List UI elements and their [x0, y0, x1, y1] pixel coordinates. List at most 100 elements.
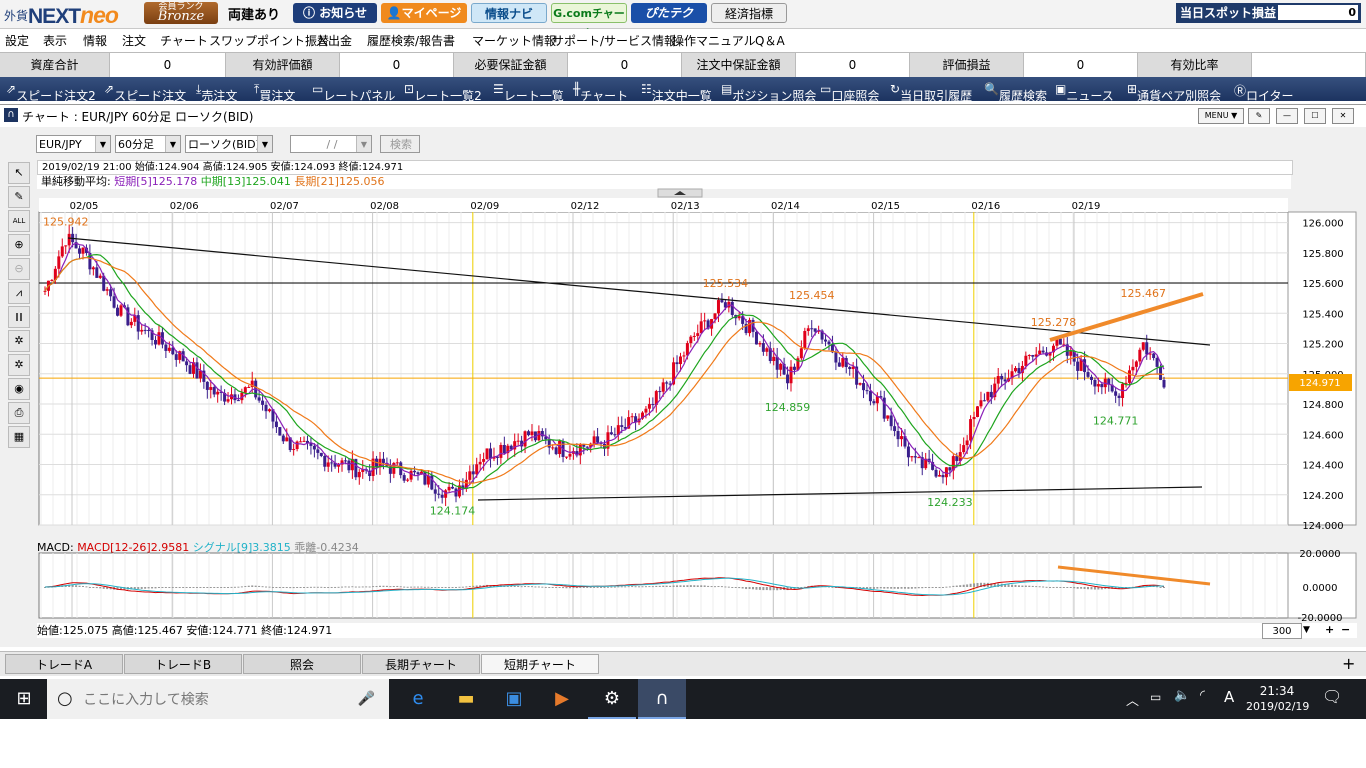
- ma-long-value: 長期[21]125.056: [294, 175, 385, 188]
- menu-settings[interactable]: 設定: [5, 32, 29, 49]
- date-picker[interactable]: / / ▼: [290, 135, 372, 153]
- speed-order2-button[interactable]: ⇗ スピード注文2: [6, 82, 96, 103]
- sell-order-button[interactable]: ⤓ 売注文: [196, 82, 237, 103]
- today-history-label: 当日取引履歴: [900, 89, 973, 103]
- draw-line-icon[interactable]: ✎: [8, 186, 30, 208]
- buy-order-button[interactable]: ⤒ 買注文: [254, 82, 295, 103]
- menu-view[interactable]: 表示: [43, 32, 67, 49]
- tab-inquiry[interactable]: 照会: [243, 654, 361, 674]
- speed-order-button[interactable]: ⇗ スピード注文: [104, 82, 186, 103]
- zoom-out-icon[interactable]: ⊖: [8, 258, 30, 280]
- file-explorer-icon[interactable]: ▬: [442, 679, 490, 719]
- rate-list2-label: レート一覧2: [414, 89, 482, 103]
- gcom-chart-button[interactable]: G.comチャート: [551, 3, 627, 40]
- tab-trade-b[interactable]: トレードB: [124, 654, 242, 674]
- settings-grid-icon[interactable]: ✲: [8, 330, 30, 352]
- add-tab-icon[interactable]: +: [1342, 654, 1355, 673]
- timeframe-select[interactable]: 60分足 ▼: [115, 135, 181, 153]
- zoom-minus-icon[interactable]: −: [1341, 622, 1350, 637]
- tab-trade-a[interactable]: トレードA: [5, 654, 123, 674]
- microphone-icon[interactable]: 🎤: [358, 679, 375, 719]
- ma-label: 単純移動平均:: [41, 175, 111, 188]
- pair-inquiry-button[interactable]: ⊞ 通貨ペア別照会: [1127, 82, 1221, 103]
- notice-button[interactable]: ⓘ お知らせ: [293, 3, 377, 23]
- menu-market-info[interactable]: マーケット情報: [472, 32, 556, 49]
- indicator-icon[interactable]: ⩘: [8, 282, 30, 304]
- taskbar-clock[interactable]: 21:34 2019/02/19: [1246, 683, 1309, 715]
- bottom-ohlc: 始値:125.075 高値:125.467 安値:124.771 終値:124.…: [37, 624, 333, 637]
- pitatech-button[interactable]: ぴたテク: [631, 3, 707, 23]
- menu-support[interactable]: サポート/サービス情報: [552, 32, 676, 49]
- store-icon[interactable]: ▣: [490, 679, 538, 719]
- media-player-icon[interactable]: ▶: [538, 679, 586, 719]
- order-margin-value: 0: [796, 53, 910, 77]
- function-toolbar: ⇗ スピード注文2 ⇗ スピード注文 ⤓ 売注文 ⤒ 買注文 ▭ レートパネル ⊡ レート一…: [0, 77, 1366, 103]
- network-battery-icon[interactable]: ▭: [1150, 690, 1161, 704]
- chevron-down-icon[interactable]: ▼: [1303, 623, 1310, 638]
- member-rank-badge[interactable]: 会員ランク Bronze: [144, 2, 218, 24]
- windows-start-icon[interactable]: ⊞: [0, 679, 48, 719]
- chevron-down-icon: ▼: [257, 136, 272, 152]
- menu-info[interactable]: 情報: [83, 32, 107, 49]
- zoom-plus-icon[interactable]: +: [1325, 622, 1334, 637]
- eye-icon[interactable]: ◉: [8, 378, 30, 400]
- today-history-button[interactable]: ↻ 当日取引履歴: [890, 82, 972, 103]
- chart-type-select[interactable]: ローソク(BID) ▼: [185, 135, 273, 153]
- bars-value: 300: [1272, 626, 1292, 637]
- total-assets-value: 0: [110, 53, 226, 77]
- pin-icon[interactable]: ✎: [1248, 108, 1270, 124]
- rate-list2-button[interactable]: ⊡ レート一覧2: [404, 82, 482, 103]
- rate-list-button[interactable]: ☰ レート一覧: [493, 82, 564, 103]
- tab-long-chart[interactable]: 長期チャート: [362, 654, 480, 674]
- tab-short-chart[interactable]: 短期チャート: [481, 654, 599, 674]
- minimize-icon[interactable]: —: [1276, 108, 1298, 124]
- compare-icon[interactable]: ✲: [8, 354, 30, 376]
- window-menu-button[interactable]: MENU ▼: [1198, 108, 1244, 124]
- economic-indicator-button[interactable]: 経済指標: [711, 3, 787, 23]
- menu-swap-transfer[interactable]: スワップポイント振替: [209, 32, 329, 49]
- history-search-button[interactable]: 🔍 履歴検索: [984, 82, 1047, 103]
- menu-deposit[interactable]: 入出金: [316, 32, 352, 49]
- erase-all-icon[interactable]: ALL: [8, 210, 30, 232]
- pitatech-label: ぴたテク: [644, 6, 693, 20]
- news-button[interactable]: ▣ ニュース: [1055, 82, 1114, 103]
- settings-gear-icon[interactable]: ⚙: [588, 679, 636, 719]
- notification-icon[interactable]: 🗨: [1322, 687, 1342, 706]
- rate-panel-button[interactable]: ▭ レートパネル: [312, 82, 395, 103]
- order-list-label: 注文中一覧: [651, 89, 712, 103]
- clock-time: 21:34: [1259, 684, 1295, 698]
- menu-manual[interactable]: 操作マニュアル: [672, 32, 756, 49]
- chart-button[interactable]: ╫ チャート: [573, 82, 628, 103]
- maximize-icon[interactable]: ☐: [1304, 108, 1326, 124]
- layout-icon[interactable]: ▦: [8, 426, 30, 448]
- account-button[interactable]: ▭ 口座照会: [820, 82, 879, 103]
- account-label: 口座照会: [831, 89, 880, 103]
- chart-type-select-value: ローソク(BID): [188, 138, 260, 151]
- menu-qa[interactable]: Q＆A: [755, 32, 785, 49]
- pair-select[interactable]: EUR/JPY ▼: [36, 135, 111, 153]
- edge-browser-icon[interactable]: e: [394, 679, 442, 719]
- macd-legend: MACD: MACD[12-26]2.9581 シグナル[9]3.3815 乖離…: [37, 539, 359, 555]
- volume-icon[interactable]: 🔈: [1174, 688, 1190, 703]
- mypage-button[interactable]: 👤マイページ: [381, 3, 467, 23]
- menu-chart[interactable]: チャート: [160, 32, 208, 49]
- mypage-label: マイページ: [401, 6, 462, 20]
- info-navi-button[interactable]: 情報ナビ: [471, 3, 547, 23]
- close-icon[interactable]: ✕: [1332, 108, 1354, 124]
- fx-app-taskbar-icon[interactable]: ∩: [638, 679, 686, 719]
- cursor-icon[interactable]: ↖: [8, 162, 30, 184]
- bars-select[interactable]: 300: [1262, 623, 1302, 639]
- taskbar-search[interactable]: ○ ここに入力して検索 🎤: [47, 679, 389, 719]
- zoom-in-icon[interactable]: ⊕: [8, 234, 30, 256]
- scale-icon[interactable]: ‖‖: [8, 306, 30, 328]
- reuters-button[interactable]: Ⓡ ロイター: [1234, 82, 1294, 103]
- tray-chevron-icon[interactable]: ︿: [1126, 690, 1139, 709]
- wifi-icon[interactable]: ◜: [1200, 688, 1205, 703]
- ime-indicator[interactable]: A: [1224, 688, 1234, 706]
- menu-order[interactable]: 注文: [122, 32, 146, 49]
- chart-search-button[interactable]: 検索: [380, 135, 420, 153]
- menu-history-report[interactable]: 履歴検索/報告書: [367, 32, 455, 49]
- position-button[interactable]: ▤ ポジション照会: [721, 82, 816, 103]
- print-icon[interactable]: ⎙: [8, 402, 30, 424]
- order-list-button[interactable]: ☷ 注文中一覧: [641, 82, 712, 103]
